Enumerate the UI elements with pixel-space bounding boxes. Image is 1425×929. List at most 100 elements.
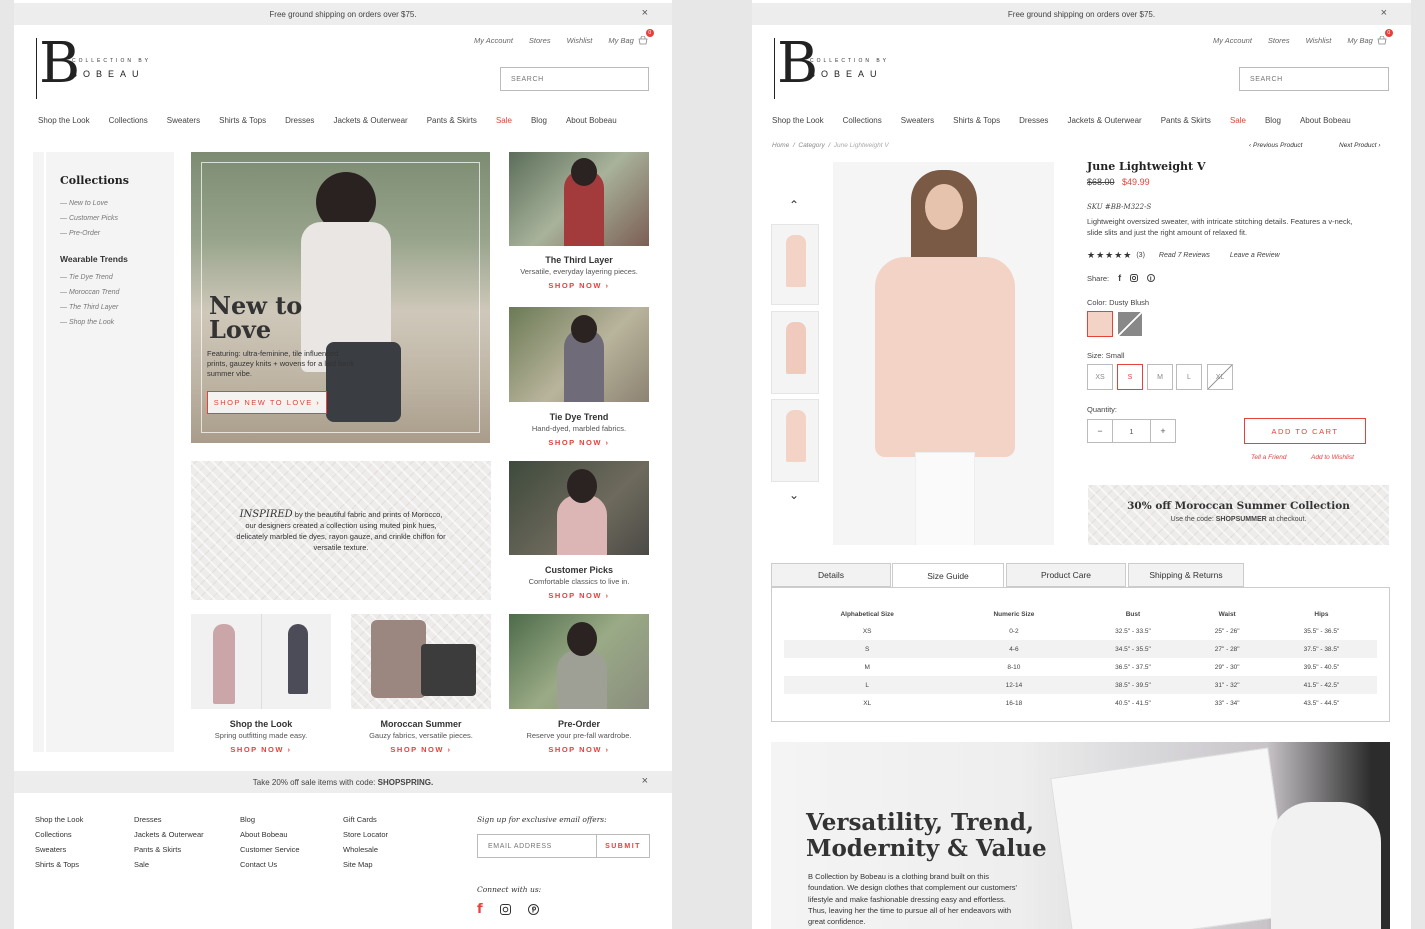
facebook-icon[interactable]: f (1118, 273, 1121, 283)
breadcrumb-home[interactable]: Home (772, 142, 789, 149)
facebook-icon[interactable]: f (477, 902, 483, 917)
wishlist-link[interactable]: Wishlist (1306, 36, 1332, 45)
footer-link[interactable]: Dresses (134, 812, 204, 827)
prev-product-link[interactable]: ‹ Previous Product (1249, 142, 1302, 149)
nav-about[interactable]: About Bobeau (1300, 116, 1351, 125)
nav-jackets[interactable]: Jackets & Outerwear (333, 116, 407, 125)
nav-sale[interactable]: Sale (1230, 116, 1246, 125)
tab-size-guide[interactable]: Size Guide (892, 563, 1004, 588)
tell-a-friend-link[interactable]: Tell a Friend (1251, 454, 1287, 461)
tab-details[interactable]: Details (771, 563, 891, 587)
hero-banner[interactable]: New to Love Featuring: ultra-feminine, t… (191, 152, 490, 443)
size-option-s[interactable]: S (1117, 364, 1143, 390)
nav-collections[interactable]: Collections (843, 116, 882, 125)
leave-review-link[interactable]: Leave a Review (1230, 252, 1280, 259)
size-option-m[interactable]: M (1147, 364, 1173, 390)
nav-shop-the-look[interactable]: Shop the Look (772, 116, 824, 125)
thumb-down-arrow[interactable]: ⌄ (789, 488, 799, 502)
search-input[interactable] (1239, 67, 1389, 91)
plus-icon[interactable]: + (1150, 420, 1175, 442)
email-input[interactable] (477, 834, 597, 858)
breadcrumb-category[interactable]: Category (798, 142, 824, 149)
nav-jackets[interactable]: Jackets & Outerwear (1067, 116, 1141, 125)
footer-link[interactable]: About Bobeau (240, 827, 300, 842)
add-to-cart-button[interactable]: ADD TO CART (1244, 418, 1366, 444)
tab-product-care[interactable]: Product Care (1006, 563, 1126, 587)
tab-shipping-returns[interactable]: Shipping & Returns (1128, 563, 1244, 587)
sidebar-item-pre-order[interactable]: — Pre-Order (60, 226, 118, 241)
close-icon[interactable]: × (642, 775, 648, 787)
footer-link[interactable]: Jackets & Outerwear (134, 827, 204, 842)
submit-button[interactable]: SUBMIT (596, 834, 650, 858)
thumb-up-arrow[interactable]: ⌃ (789, 198, 799, 212)
shop-now-moroccan-summer[interactable]: SHOP NOW › (351, 745, 491, 754)
footer-link[interactable]: Shop the Look (35, 812, 83, 827)
read-reviews-link[interactable]: Read 7 Reviews (1159, 252, 1210, 259)
tile-image-shop-the-look[interactable] (191, 614, 331, 709)
my-account-link[interactable]: My Account (474, 36, 513, 45)
tile-image-third-layer[interactable] (509, 152, 649, 246)
tile-image-tie-dye[interactable] (509, 307, 649, 402)
nav-dresses[interactable]: Dresses (285, 116, 314, 125)
my-bag-link[interactable]: My Bag 0 (1347, 29, 1393, 45)
sidebar-trend-shop-look[interactable]: — Shop the Look (60, 315, 119, 330)
quantity-stepper[interactable]: − 1 + (1087, 419, 1176, 443)
footer-link[interactable]: Sweaters (35, 842, 83, 857)
pinterest-icon[interactable] (527, 904, 539, 915)
footer-link[interactable]: Store Locator (343, 827, 388, 842)
size-option-xs[interactable]: XS (1087, 364, 1113, 390)
sidebar-item-new-to-love[interactable]: — New to Love (60, 196, 118, 211)
size-option-xl[interactable]: XL (1207, 364, 1233, 390)
nav-shop-the-look[interactable]: Shop the Look (38, 116, 90, 125)
nav-sale[interactable]: Sale (496, 116, 512, 125)
nav-sweaters[interactable]: Sweaters (901, 116, 934, 125)
nav-blog[interactable]: Blog (531, 116, 547, 125)
sidebar-item-customer-picks[interactable]: — Customer Picks (60, 211, 118, 226)
footer-link[interactable]: Customer Service (240, 842, 300, 857)
instagram-icon[interactable] (1130, 274, 1139, 282)
close-icon[interactable]: × (1381, 7, 1387, 19)
shop-now-customer-picks[interactable]: SHOP NOW › (509, 591, 649, 600)
footer-link[interactable]: Blog (240, 812, 300, 827)
footer-link[interactable]: Site Map (343, 857, 388, 872)
minus-icon[interactable]: − (1088, 420, 1113, 442)
nav-pants-skirts[interactable]: Pants & Skirts (427, 116, 477, 125)
tile-image-moroccan-summer[interactable] (351, 614, 491, 709)
pinterest-icon[interactable] (1147, 274, 1156, 282)
nav-blog[interactable]: Blog (1265, 116, 1281, 125)
swatch-grey[interactable] (1118, 312, 1142, 336)
add-to-wishlist-link[interactable]: Add to Wishlist (1311, 454, 1354, 461)
sidebar-trend-third-layer[interactable]: — The Third Layer (60, 300, 119, 315)
instagram-icon[interactable] (499, 904, 511, 915)
nav-collections[interactable]: Collections (109, 116, 148, 125)
shop-new-to-love-button[interactable]: SHOP NEW TO LOVE › (207, 391, 327, 414)
next-product-link[interactable]: Next Product › (1339, 142, 1381, 149)
footer-link[interactable]: Pants & Skirts (134, 842, 204, 857)
nav-sweaters[interactable]: Sweaters (167, 116, 200, 125)
footer-link[interactable]: Contact Us (240, 857, 300, 872)
footer-link[interactable]: Shirts & Tops (35, 857, 83, 872)
nav-pants-skirts[interactable]: Pants & Skirts (1161, 116, 1211, 125)
nav-shirts-tops[interactable]: Shirts & Tops (953, 116, 1000, 125)
shop-now-pre-order[interactable]: SHOP NOW › (509, 745, 649, 754)
my-account-link[interactable]: My Account (1213, 36, 1252, 45)
footer-link[interactable]: Wholesale (343, 842, 388, 857)
shop-now-tie-dye[interactable]: SHOP NOW › (509, 438, 649, 447)
my-bag-link[interactable]: My Bag 0 (608, 29, 654, 45)
footer-link[interactable]: Collections (35, 827, 83, 842)
thumbnail[interactable] (771, 311, 819, 394)
stores-link[interactable]: Stores (1268, 36, 1290, 45)
footer-link[interactable]: Sale (134, 857, 204, 872)
sidebar-trend-moroccan[interactable]: — Moroccan Trend (60, 285, 119, 300)
shop-now-shop-the-look[interactable]: SHOP NOW › (191, 745, 331, 754)
wishlist-link[interactable]: Wishlist (567, 36, 593, 45)
thumbnail[interactable] (771, 224, 819, 305)
tile-image-customer-picks[interactable] (509, 461, 649, 555)
product-main-image[interactable] (833, 162, 1054, 545)
sidebar-trend-tie-dye[interactable]: — Tie Dye Trend (60, 270, 119, 285)
nav-about[interactable]: About Bobeau (566, 116, 617, 125)
thumbnail[interactable] (771, 399, 819, 482)
tile-image-pre-order[interactable] (509, 614, 649, 709)
search-input[interactable] (500, 67, 649, 91)
nav-dresses[interactable]: Dresses (1019, 116, 1048, 125)
